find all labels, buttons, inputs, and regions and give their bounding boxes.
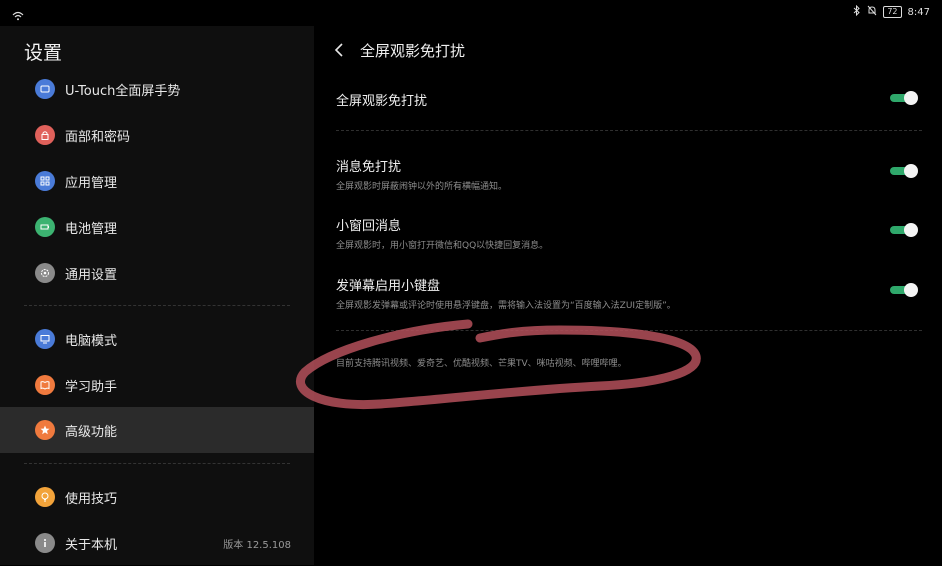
setting-row-danmaku-keyboard[interactable]: 发弹幕启用小键盘 全屏观影发弹幕或评论时使用悬浮键盘，需将输入法设置为“百度输入… <box>336 275 922 311</box>
version-text: 版本 12.5.108 <box>223 539 291 551</box>
sidebar-item-label: 应用管理 <box>65 175 118 191</box>
back-button[interactable] <box>334 38 354 62</box>
star-icon <box>35 420 55 440</box>
message-dnd-toggle[interactable] <box>888 164 918 178</box>
gesture-icon <box>35 79 55 99</box>
sidebar-item-battery[interactable]: 电池管理 <box>0 204 314 250</box>
sidebar-item-face-password[interactable]: 面部和密码 <box>0 112 314 158</box>
bluetooth-icon <box>853 4 861 19</box>
setting-title: 小窗回消息 <box>336 219 402 234</box>
small-window-reply-toggle[interactable] <box>888 223 918 237</box>
section-divider <box>336 130 922 131</box>
sidebar-item-general[interactable]: 通用设置 <box>0 250 314 296</box>
monitor-icon <box>35 329 55 349</box>
sidebar-item-label: 高级功能 <box>65 424 118 440</box>
sidebar-item-study-assistant[interactable]: 学习助手 <box>0 362 314 408</box>
setting-row-message-dnd[interactable]: 消息免打扰 全屏观影时屏蔽闹钟以外的所有横幅通知。 <box>336 156 922 192</box>
setting-description: 全屏观影时屏蔽闹钟以外的所有横幅通知。 <box>336 182 508 192</box>
gear-icon <box>35 263 55 283</box>
toggle-knob <box>904 91 918 105</box>
sidebar-item-app-management[interactable]: 应用管理 <box>0 158 314 204</box>
sidebar-divider <box>24 305 290 306</box>
battery-icon: 72 <box>883 6 902 18</box>
page-title: 全屏观影免打扰 <box>360 42 466 60</box>
sidebar-title: 设置 <box>24 42 63 64</box>
sidebar-item-pc-mode[interactable]: 电脑模式 <box>0 316 314 362</box>
sidebar-item-tips[interactable]: 使用技巧 <box>0 474 314 520</box>
danmaku-keyboard-toggle[interactable] <box>888 283 918 297</box>
clock: 8:47 <box>907 6 930 18</box>
battery-icon <box>35 217 55 237</box>
sidebar-item-label: 电池管理 <box>65 221 118 237</box>
book-icon <box>35 375 55 395</box>
setting-description: 全屏观影时，用小窗打开微信和QQ以快捷回复消息。 <box>336 241 549 251</box>
toggle-knob <box>904 164 918 178</box>
content-panel: 全屏观影免打扰 全屏观影免打扰 消息免打扰 全屏观影时屏蔽闹钟以外的所有横幅通知… <box>314 26 942 565</box>
sidebar-item-advanced[interactable]: 高级功能 <box>0 407 314 453</box>
status-bar: 72 8:47 <box>0 0 942 26</box>
setting-description: 全屏观影发弹幕或评论时使用悬浮键盘，需将输入法设置为“百度输入法ZUI定制版”。 <box>336 301 676 311</box>
setting-title: 全屏观影免打扰 <box>336 94 428 109</box>
sidebar-item-label: 学习助手 <box>65 379 118 395</box>
supported-apps-note: 目前支持腾讯视频、爱奇艺、优酷视频、芒果TV、咪咕视频、哔哩哔哩。 <box>336 359 627 369</box>
notification-off-icon <box>867 5 877 19</box>
info-icon <box>35 533 55 553</box>
sidebar-item-label: 使用技巧 <box>65 491 118 507</box>
setting-title: 发弹幕启用小键盘 <box>336 279 441 294</box>
toggle-knob <box>904 223 918 237</box>
section-divider <box>336 330 922 331</box>
lightbulb-icon <box>35 487 55 507</box>
sidebar-item-u-touch[interactable]: U-Touch全面屏手势 <box>0 66 314 112</box>
sidebar-divider <box>24 463 290 464</box>
sidebar: 设置 U-Touch全面屏手势 面部和密码 应用管理 电池管理 通用设置 电脑模… <box>0 26 314 565</box>
sidebar-item-label: 电脑模式 <box>65 333 118 349</box>
sidebar-item-about[interactable]: 关于本机 版本 12.5.108 <box>0 520 314 566</box>
sidebar-item-label: U-Touch全面屏手势 <box>65 83 181 99</box>
wifi-icon <box>12 6 24 25</box>
sidebar-item-label: 面部和密码 <box>65 129 131 145</box>
setting-title: 消息免打扰 <box>336 160 402 175</box>
chevron-left-icon <box>334 43 343 57</box>
setting-row-small-window-reply[interactable]: 小窗回消息 全屏观影时，用小窗打开微信和QQ以快捷回复消息。 <box>336 215 922 251</box>
lock-icon <box>35 125 55 145</box>
sidebar-item-label: 关于本机 <box>65 537 118 553</box>
setting-row-fullscreen-dnd[interactable]: 全屏观影免打扰 <box>336 90 922 114</box>
sidebar-item-label: 通用设置 <box>65 267 118 283</box>
fullscreen-dnd-toggle[interactable] <box>888 91 918 105</box>
toggle-knob <box>904 283 918 297</box>
apps-grid-icon <box>35 171 55 191</box>
